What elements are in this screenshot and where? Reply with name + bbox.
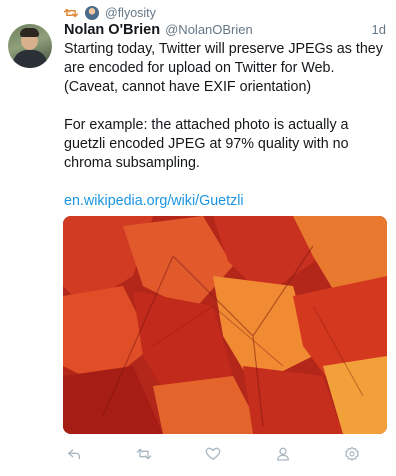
like-icon [205,447,221,460]
reply-icon [68,449,80,460]
retweet-context: @flyosity [64,5,156,21]
follow-button[interactable] [273,444,293,464]
tweet-paragraph-1: Starting today, Twitter will preserve JP… [64,41,383,95]
follow-icon [276,447,289,461]
retweet-indicator-icon [64,8,78,18]
settings-icon [345,446,359,461]
tweet-header: Nolan O'Brien @NolanOBrien 1d [64,22,386,40]
tweet-photo[interactable] [63,216,387,434]
author-handle[interactable]: @NolanOBrien [165,22,253,37]
like-button[interactable] [203,444,223,464]
retweeter-handle[interactable]: @flyosity [105,6,156,20]
reply-button[interactable] [64,444,84,464]
retweet-icon [136,448,151,460]
settings-button[interactable] [342,444,362,464]
retweeter-avatar[interactable] [85,6,99,20]
tweet-text: Starting today, Twitter will preserve JP… [64,40,390,211]
tweet-link[interactable]: en.wikipedia.org/wiki/Guetzli [64,193,244,209]
tweet-paragraph-2: For example: the attached photo is actua… [64,117,349,171]
autumn-leaves-image [63,216,387,434]
author-name[interactable]: Nolan O'Brien [64,22,160,38]
tweet-timestamp[interactable]: 1d [372,22,386,37]
author-avatar[interactable] [8,24,52,68]
tweet-actions [64,442,390,466]
retweet-button[interactable] [134,444,154,464]
